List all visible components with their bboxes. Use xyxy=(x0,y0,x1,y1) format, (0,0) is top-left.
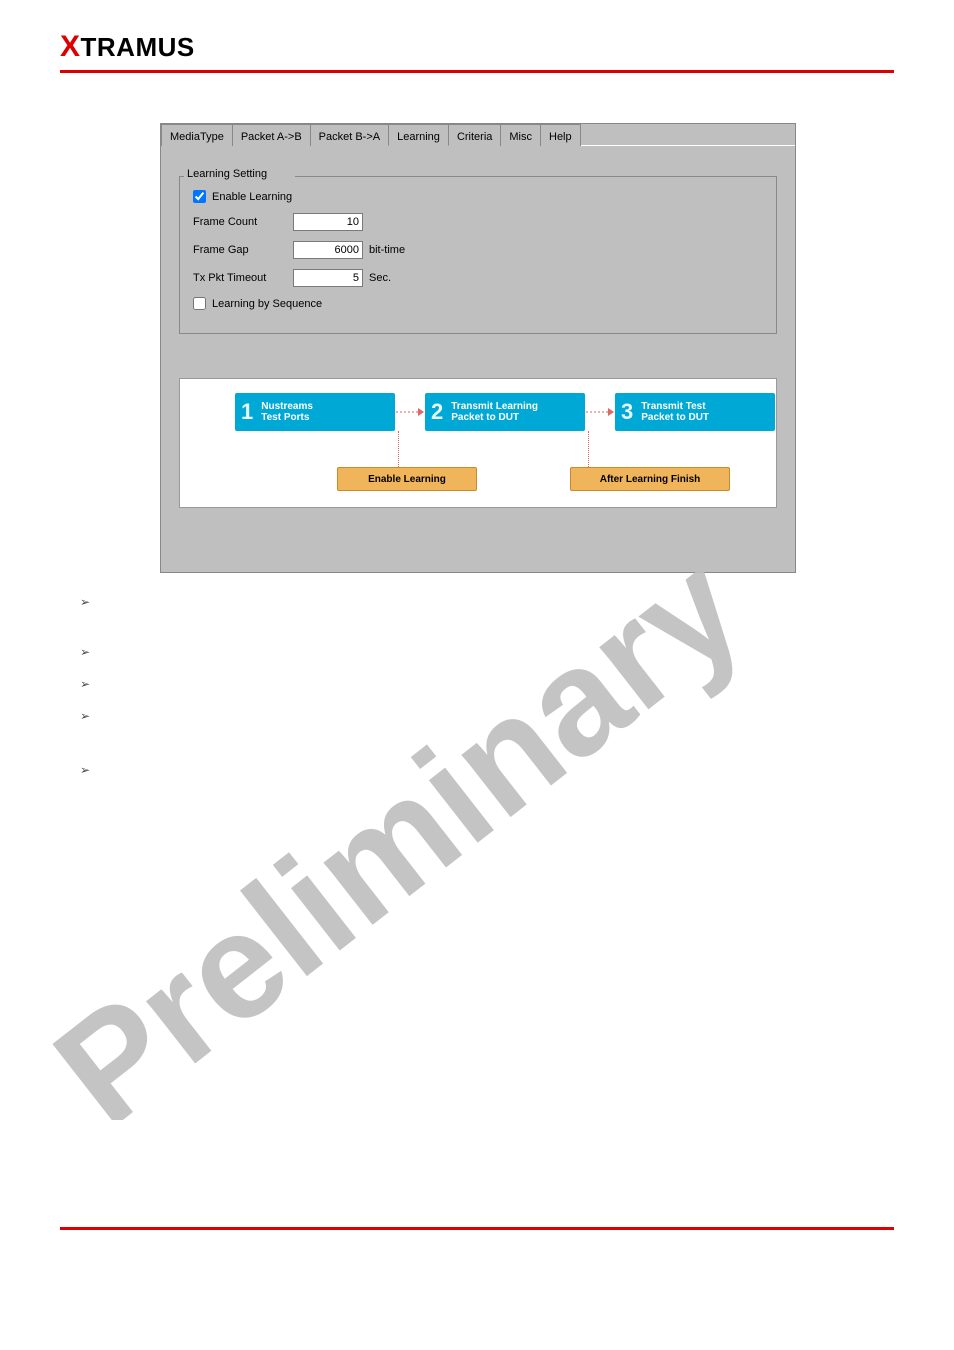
dialog-panel: MediaType Packet A->B Packet B->A Learni… xyxy=(160,123,796,573)
tab-label: Help xyxy=(549,131,572,143)
tab-misc[interactable]: Misc xyxy=(500,124,541,146)
tab-label: MediaType xyxy=(170,131,224,143)
flow-diagram: 1 Nustreams Test Ports 2 Transmit Learni… xyxy=(179,378,777,508)
flow-badge-after-finish: After Learning Finish xyxy=(570,467,730,491)
step-line1: Nustreams xyxy=(261,401,313,412)
step-line2: Packet to DUT xyxy=(451,412,519,423)
flow-step-2: 2 Transmit Learning Packet to DUT xyxy=(425,393,585,431)
flow-arrow-2 xyxy=(586,407,614,417)
dialog-wrap: MediaType Packet A->B Packet B->A Learni… xyxy=(160,123,796,573)
step-number: 3 xyxy=(621,399,633,425)
step-text: Transmit Test Packet to DUT xyxy=(641,401,709,424)
step-line2: Test Ports xyxy=(261,412,309,423)
tab-label: Misc xyxy=(509,131,532,143)
tab-label: Packet A->B xyxy=(241,131,302,143)
badge-label: After Learning Finish xyxy=(600,474,701,485)
bullet-item: ➢ xyxy=(80,645,954,659)
flow-step-1: 1 Nustreams Test Ports xyxy=(235,393,395,431)
step-text: Transmit Learning Packet to DUT xyxy=(451,401,538,424)
tab-packet-ab[interactable]: Packet A->B xyxy=(232,124,311,146)
bullet-item: ➢ xyxy=(80,763,954,777)
tab-label: Learning xyxy=(397,131,440,143)
flow-inner: 1 Nustreams Test Ports 2 Transmit Learni… xyxy=(180,379,776,507)
step-line2: Packet to DUT xyxy=(641,412,709,423)
learning-setting-fieldset: Learning Setting Enable Learning Frame C… xyxy=(179,176,777,334)
tab-label: Packet B->A xyxy=(319,131,380,143)
step-line1: Transmit Learning xyxy=(451,401,538,412)
fieldset-legend: Learning Setting xyxy=(185,168,269,180)
flow-arrow-1 xyxy=(396,407,424,417)
tab-learning[interactable]: Learning xyxy=(388,124,449,146)
logo-x: X xyxy=(60,30,81,63)
step-number: 2 xyxy=(431,399,443,425)
step-number: 1 xyxy=(241,399,253,425)
tab-mediatype[interactable]: MediaType xyxy=(161,124,233,146)
tab-packet-ba[interactable]: Packet B->A xyxy=(310,124,389,146)
fieldset-border xyxy=(179,176,777,334)
flow-step-3: 3 Transmit Test Packet to DUT xyxy=(615,393,775,431)
footer-rule xyxy=(60,1227,894,1230)
bullet-item: ➢ xyxy=(80,709,954,723)
bullet-item: ➢ xyxy=(80,595,954,609)
bullet-list: ➢ ➢ ➢ ➢ ➢ xyxy=(80,595,954,777)
tab-label: Criteria xyxy=(457,131,492,143)
header-rule xyxy=(60,70,894,73)
bullet-item: ➢ xyxy=(80,677,954,691)
flow-badge-enable-learning: Enable Learning xyxy=(337,467,477,491)
step-text: Nustreams Test Ports xyxy=(261,401,313,424)
page-header: XTRAMUS xyxy=(0,0,954,64)
logo-rest: TRAMUS xyxy=(81,32,195,62)
tab-help[interactable]: Help xyxy=(540,124,581,146)
logo: XTRAMUS xyxy=(60,30,894,64)
tab-criteria[interactable]: Criteria xyxy=(448,124,501,146)
badge-label: Enable Learning xyxy=(368,474,446,485)
step-line1: Transmit Test xyxy=(641,401,705,412)
tab-bar: MediaType Packet A->B Packet B->A Learni… xyxy=(161,124,795,146)
